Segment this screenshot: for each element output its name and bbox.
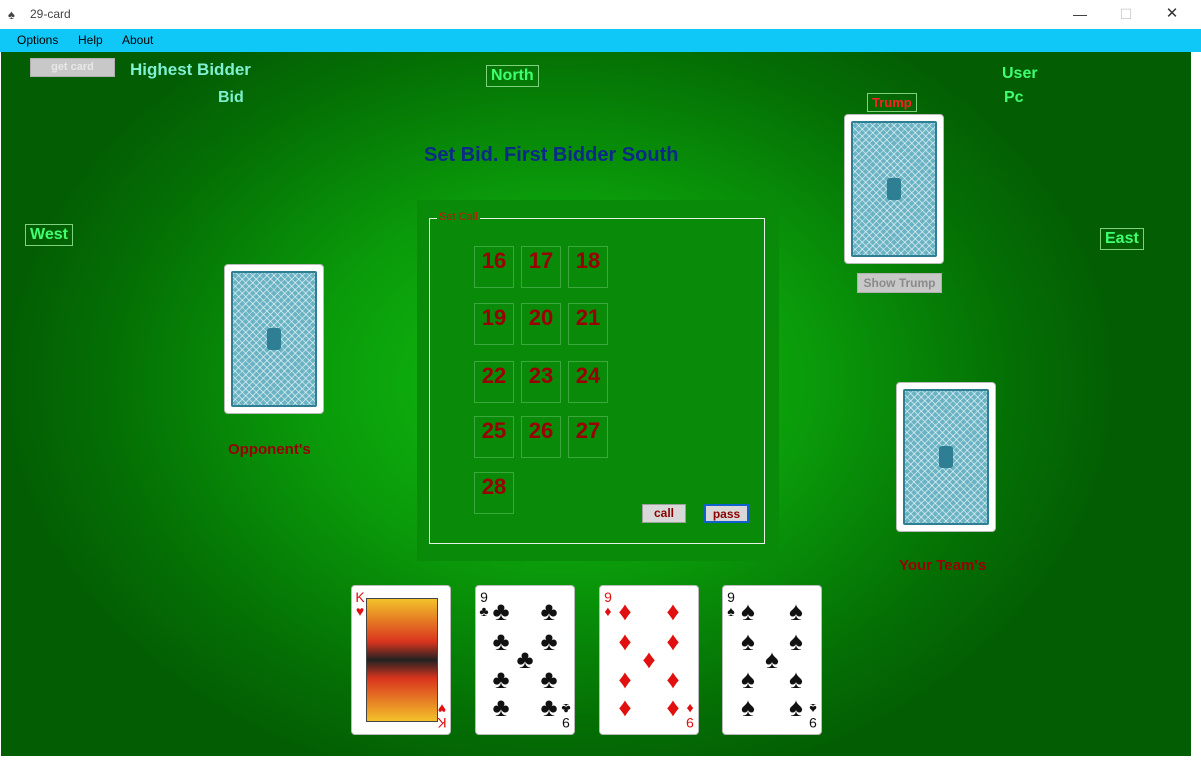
club-icon: ♣ [492,626,510,656]
diamond-icon: ♦ [618,596,632,626]
card-corner: K ♥ [355,589,365,619]
bid-17-button[interactable]: 17 [521,246,561,288]
set-call-legend: Set Call [437,211,480,223]
call-button[interactable]: call [642,504,686,523]
spade-icon: ♠ [789,596,803,626]
card-corner: K ♥ [437,701,447,731]
bid-18-button[interactable]: 18 [568,246,608,288]
opponents-pile [224,264,324,414]
highest-bidder-label: Highest Bidder [130,60,251,79]
diamond-icon: ♦ [618,626,632,656]
spade-icon: ♠ [741,692,755,722]
bid-label: Bid [218,89,244,106]
club-icon: ♣ [492,664,510,694]
bid-20-button[interactable]: 20 [521,303,561,345]
hand-card-nine-clubs[interactable]: 9 ♣ ♣ ♣ ♣ ♣ ♣ ♣ ♣ ♣ ♣ 9 ♣ [475,585,575,735]
your-team-label: Your Team's [899,557,987,574]
opponents-label: Opponent's [228,441,311,458]
diamond-icon: ♦ [666,626,680,656]
bottom-edge [0,756,1191,761]
spade-icon: ♠ [741,626,755,656]
title-bar: ♠ 29-card — ☐ ✕ [0,0,1201,30]
bid-28-button[interactable]: 28 [474,472,514,514]
diamond-icon: ♦ [666,596,680,626]
hand-card-king-hearts[interactable]: K ♥ K ♥ [351,585,451,735]
card-corner: 9 ♠ [809,701,817,731]
minimize-button[interactable]: — [1057,0,1103,29]
hand-card-nine-diamonds[interactable]: 9 ♦ ♦ ♦ ♦ ♦ ♦ ♦ ♦ ♦ ♦ 9 ♦ [599,585,699,735]
diamond-icon: ♦ [666,664,680,694]
spade-icon: ♠ [789,626,803,656]
window-title: 29-card [30,7,71,21]
card-corner: 9 ♦ [686,701,694,731]
bid-26-button[interactable]: 26 [521,416,561,458]
status-message: Set Bid. First Bidder South [424,144,679,166]
app-icon: ♠ [8,7,15,22]
club-icon: ♣ [492,596,510,626]
right-edge [1191,52,1201,761]
club-icon: ♣ [540,626,558,656]
get-card-button[interactable]: get card [30,58,115,77]
trump-card[interactable] [844,114,944,264]
club-icon: ♣ [492,692,510,722]
bid-23-button[interactable]: 23 [521,361,561,403]
your-team-pile [896,382,996,532]
diamond-icon: ♦ [618,692,632,722]
diamond-icon: ♦ [642,644,656,674]
spade-icon: ♠ [789,692,803,722]
club-icon: ♣ [540,692,558,722]
club-icon: ♣ [540,596,558,626]
bid-27-button[interactable]: 27 [568,416,608,458]
east-label: East [1100,228,1144,250]
diamond-icon: ♦ [618,664,632,694]
maximize-button[interactable]: ☐ [1103,0,1149,29]
spade-icon: ♠ [765,644,779,674]
bid-19-button[interactable]: 19 [474,303,514,345]
user-label: User [1002,65,1038,82]
north-label: North [486,65,539,87]
diamond-icon: ♦ [666,692,680,722]
menu-options[interactable]: Options [17,33,58,47]
bid-panel: Set Call 16 17 18 19 20 21 22 23 24 25 2… [417,200,779,561]
spade-icon: ♠ [741,664,755,694]
west-label: West [25,224,73,246]
trump-label: Trump [867,93,917,112]
club-icon: ♣ [540,664,558,694]
king-figure-art [366,598,438,722]
pass-button[interactable]: pass [704,504,749,523]
bid-21-button[interactable]: 21 [568,303,608,345]
bid-22-button[interactable]: 22 [474,361,514,403]
club-icon: ♣ [516,644,534,674]
bid-24-button[interactable]: 24 [568,361,608,403]
menu-help[interactable]: Help [78,33,103,47]
close-button[interactable]: ✕ [1149,0,1195,29]
bid-25-button[interactable]: 25 [474,416,514,458]
spade-icon: ♠ [789,664,803,694]
menu-about[interactable]: About [122,33,153,47]
card-corner: 9 ♣ [561,701,571,731]
bid-16-button[interactable]: 16 [474,246,514,288]
spade-icon: ♠ [741,596,755,626]
show-trump-button[interactable]: Show Trump [857,273,942,293]
hand-card-nine-spades[interactable]: 9 ♠ ♠ ♠ ♠ ♠ ♠ ♠ ♠ ♠ ♠ 9 ♠ [722,585,822,735]
menu-bar: Options Help About [0,29,1201,52]
pc-label: Pc [1004,89,1024,106]
